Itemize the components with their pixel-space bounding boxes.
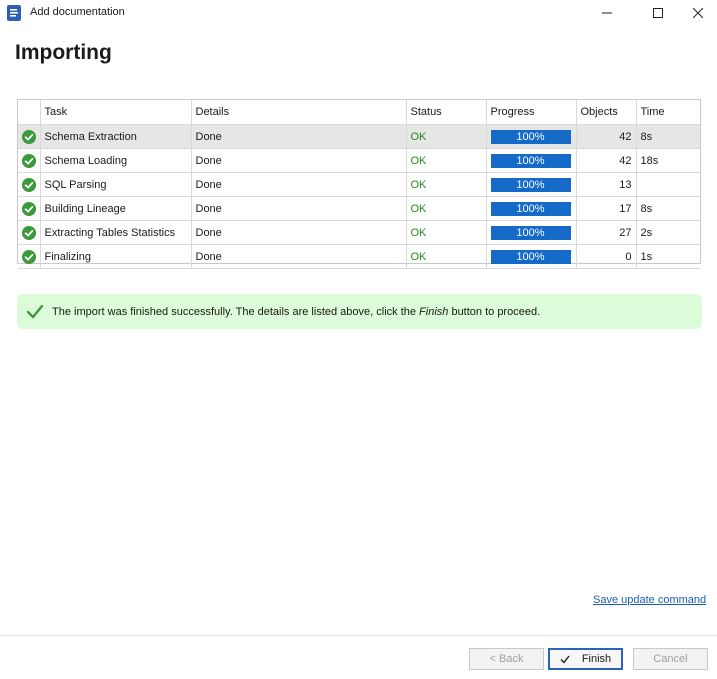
task-details: Done [191,172,407,197]
task-time: 8s [636,196,700,221]
progress-label: 100% [516,154,545,167]
task-objects: 17 [576,196,637,221]
success-check-icon [21,177,36,192]
status-icon-cell [18,148,41,173]
task-time [636,172,700,197]
status-icon-cell [18,172,41,197]
task-details: Done [191,220,407,245]
task-details: Done [191,196,407,221]
task-time: 18s [636,148,700,173]
progress-label: 100% [516,178,545,191]
progress-label: 100% [516,250,545,263]
task-progress-cell: 100% [486,148,577,173]
column-header-progress[interactable]: Progress [486,100,577,125]
success-check-icon [21,129,36,144]
minimize-button[interactable] [585,0,629,26]
column-header-task[interactable]: Task [40,100,192,125]
title-bar: Add documentation [0,0,717,26]
footer-divider [0,635,717,636]
cancel-button[interactable]: Cancel [633,648,708,670]
column-header-icon [18,100,41,125]
window-title: Add documentation [30,6,125,18]
task-progress-cell: 100% [486,220,577,245]
task-objects: 13 [576,172,637,197]
save-update-command-link[interactable]: Save update command [593,594,706,606]
task-progress-cell: 100% [486,172,577,197]
progress-bar: 100% [490,129,571,144]
task-time: 2s [636,220,700,245]
success-check-icon [21,153,36,168]
task-objects: 42 [576,148,637,173]
table-row[interactable]: Schema Extraction Done OK 100% 42 8s [18,124,700,149]
app-icon [7,5,21,21]
success-check-icon [21,201,36,216]
task-name: Extracting Tables Statistics [40,220,192,245]
task-details: Done [191,124,407,149]
task-name: Schema Extraction [40,124,192,149]
success-message-emphasis: Finish [419,306,449,318]
task-objects: 27 [576,220,637,245]
progress-bar: 100% [490,249,571,264]
column-header-status[interactable]: Status [406,100,487,125]
task-progress-cell: 100% [486,124,577,149]
column-header-details[interactable]: Details [191,100,407,125]
finish-button-label: Finish [581,653,612,665]
table-row[interactable]: Building Lineage Done OK 100% 17 8s [18,196,700,221]
success-check-icon [21,225,36,240]
task-name: Finalizing [40,244,192,269]
task-name: SQL Parsing [40,172,192,197]
success-message-part1: The import was finished successfully. Th… [52,306,420,318]
task-progress-cell: 100% [486,244,577,269]
status-icon-cell [18,220,41,245]
task-name: Building Lineage [40,196,192,221]
progress-label: 100% [516,202,545,215]
table-row[interactable]: SQL Parsing Done OK 100% 13 [18,172,700,197]
column-header-objects[interactable]: Objects [576,100,637,125]
close-button[interactable] [678,0,717,26]
progress-bar: 100% [490,153,571,168]
task-status: OK [406,148,487,173]
task-name: Schema Loading [40,148,192,173]
task-status: OK [406,220,487,245]
back-button[interactable]: < Back [469,648,544,670]
status-icon-cell [18,196,41,221]
maximize-icon [653,8,663,18]
success-check-icon [21,249,36,264]
success-message-part2: button to proceed. [448,306,541,318]
finish-button[interactable]: Finish [548,648,623,670]
page-title: Importing [15,41,112,64]
table-row[interactable]: Extracting Tables Statistics Done OK 100% 27… [18,220,700,245]
task-objects: 0 [576,244,637,269]
task-status: OK [406,124,487,149]
import-task-table: Task Details Status Progress Objects Tim… [17,99,701,269]
check-icon [27,305,43,319]
task-details: Done [191,148,407,173]
maximize-button[interactable] [636,0,680,26]
task-time: 1s [636,244,700,269]
task-status: OK [406,172,487,197]
progress-bar: 100% [490,201,571,216]
table-row[interactable]: Finalizing Done OK 100% 0 1s [18,244,700,269]
check-icon [560,655,570,664]
task-status: OK [406,244,487,269]
progress-label: 100% [516,226,545,239]
close-icon [692,8,703,18]
minimize-icon [602,12,612,14]
progress-bar: 100% [490,177,571,192]
table-row[interactable]: Schema Loading Done OK 100% 42 18s [18,148,700,173]
success-banner: The import was finished successfully. Th… [17,294,702,329]
progress-bar: 100% [490,225,571,240]
task-status: OK [406,196,487,221]
success-message: The import was finished successfully. Th… [52,306,540,318]
task-details: Done [191,244,407,269]
progress-label: 100% [516,130,545,143]
task-objects: 42 [576,124,637,149]
task-time: 8s [636,124,700,149]
status-icon-cell [18,124,41,149]
status-icon-cell [18,244,41,269]
task-progress-cell: 100% [486,196,577,221]
table-header: Task Details Status Progress Objects Tim… [18,100,700,125]
column-header-time[interactable]: Time [636,100,700,125]
